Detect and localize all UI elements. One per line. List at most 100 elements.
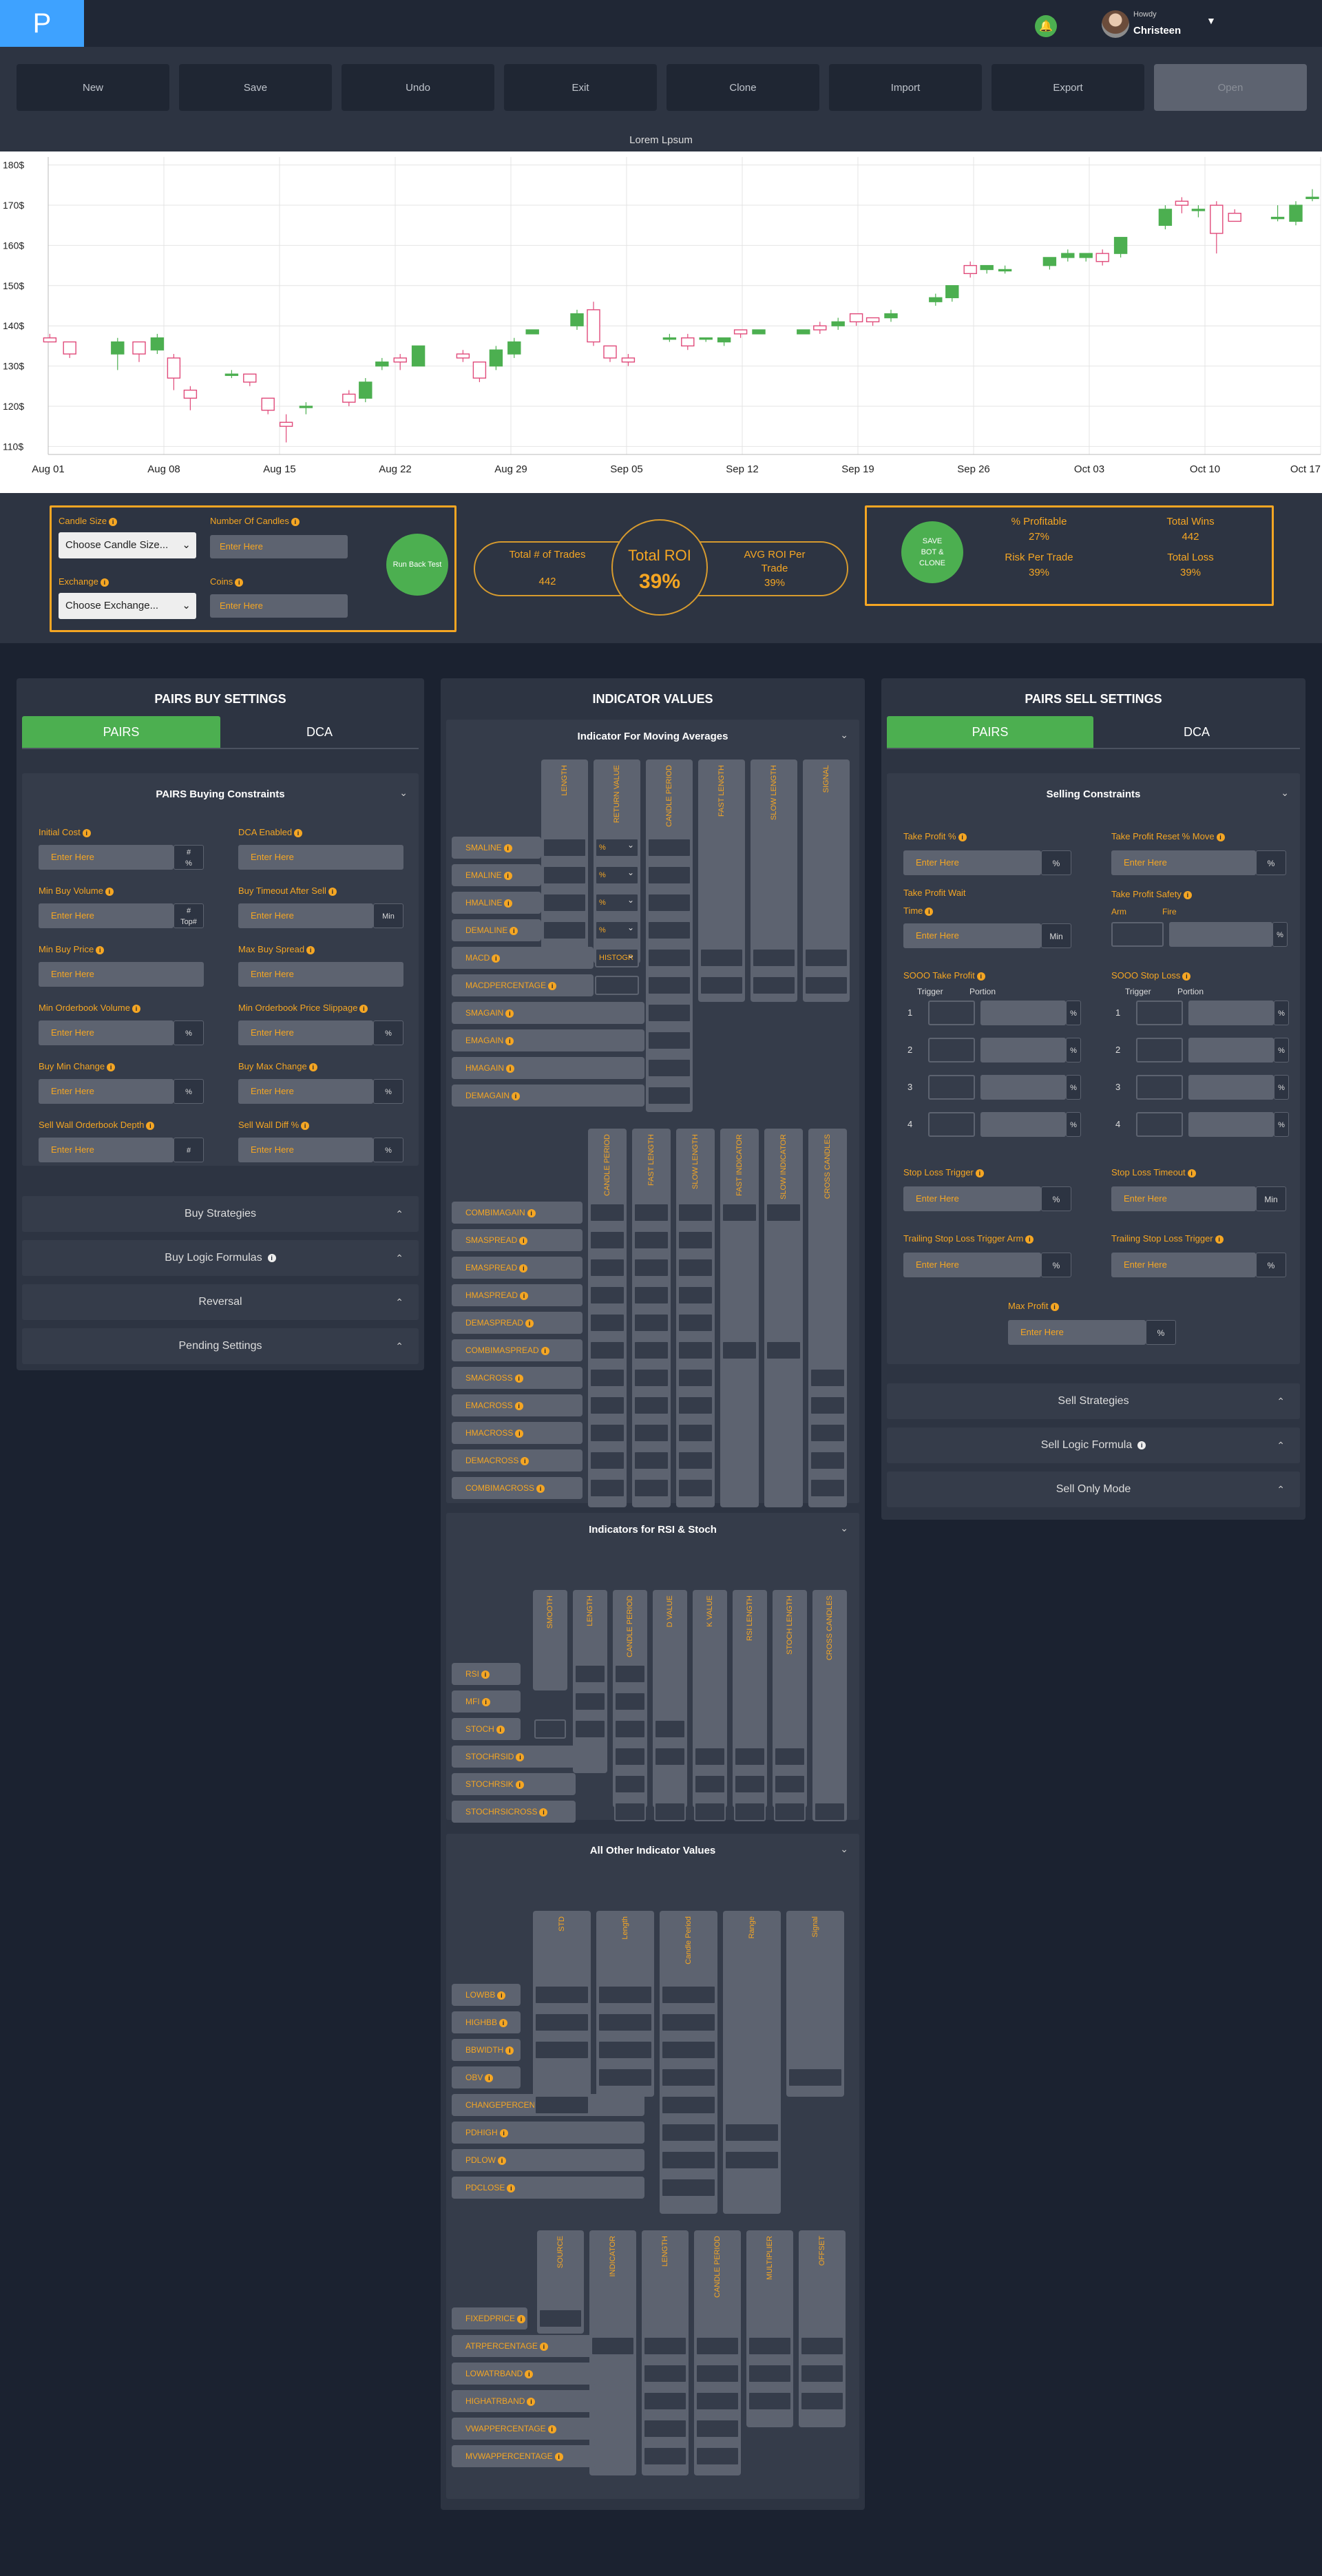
sooo-stop-loss-trigger-input[interactable]	[1136, 1112, 1183, 1137]
info-icon[interactable]: i	[1187, 1169, 1196, 1177]
sooo-stop-loss-portion-input[interactable]	[1188, 1001, 1274, 1025]
chevron-down-icon[interactable]: ⌄	[840, 1843, 848, 1855]
indicator-value-input[interactable]	[734, 1774, 766, 1794]
indicator-value-input[interactable]	[534, 2040, 589, 2060]
price-chart[interactable]: 180$ 170$ 160$ 150$ 140$ 130$ 120$ 110$ Aug 01 Au…	[0, 151, 1322, 493]
export-button[interactable]: Export	[992, 64, 1144, 111]
info-icon[interactable]: i	[100, 578, 109, 587]
indicator-value-input[interactable]	[534, 1719, 566, 1739]
buy-field-input[interactable]: Enter Here	[39, 1079, 174, 1104]
candle-size-select[interactable]: Choose Candle Size... ⌄	[59, 532, 196, 558]
indicator-value-input[interactable]	[694, 1802, 726, 1821]
sooo-stop-loss-trigger-input[interactable]	[1136, 1038, 1183, 1062]
tab-sell-pairs[interactable]: PAIRS	[887, 716, 1093, 748]
info-icon[interactable]: i	[527, 2398, 536, 2406]
indicator-value-input[interactable]	[661, 2095, 716, 2115]
sooo-take-profit-trigger-input[interactable]	[928, 1001, 975, 1025]
indicator-value-input[interactable]	[800, 2364, 844, 2383]
info-icon[interactable]: i	[82, 829, 91, 837]
buy-field-input[interactable]: Enter Here	[238, 1020, 373, 1045]
info-icon[interactable]: i	[515, 1781, 524, 1789]
indicator-value-input[interactable]	[661, 2123, 716, 2142]
buy-field-input[interactable]: Enter Here	[39, 1138, 174, 1162]
indicator-value-input[interactable]	[700, 976, 744, 995]
sooo-take-profit-portion-input[interactable]	[980, 1075, 1066, 1100]
indicator-value-input[interactable]	[647, 866, 691, 885]
indicator-value-input[interactable]	[647, 838, 691, 857]
indicator-value-input[interactable]	[633, 1286, 669, 1305]
chevron-down-icon[interactable]: ⌄	[1281, 787, 1289, 799]
buy-field-input[interactable]: Enter Here	[238, 903, 373, 928]
tp-safety-fire-input[interactable]	[1169, 922, 1272, 947]
app-logo[interactable]: P	[0, 0, 84, 47]
rsi-section-title[interactable]: Indicators for RSI & Stoch	[446, 1524, 859, 1536]
info-icon[interactable]: i	[514, 1402, 523, 1410]
new-button[interactable]: New	[17, 64, 169, 111]
indicator-value-input[interactable]	[748, 2336, 792, 2356]
info-icon[interactable]: i	[505, 1009, 514, 1018]
indicator-value-input[interactable]	[534, 1985, 589, 2004]
indicator-value-input[interactable]	[538, 2309, 583, 2328]
indicator-value-input[interactable]	[643, 2419, 687, 2438]
info-icon[interactable]: i	[359, 1005, 368, 1013]
indicator-value-input[interactable]	[534, 2013, 589, 2032]
info-icon[interactable]: i	[517, 2315, 526, 2323]
indicator-value-input[interactable]	[543, 866, 587, 885]
info-icon[interactable]: i	[521, 1457, 529, 1465]
buy-field-input[interactable]: Enter Here	[238, 1138, 373, 1162]
indicator-value-input[interactable]	[678, 1451, 713, 1470]
info-icon[interactable]: i	[1050, 1303, 1059, 1311]
take-profit-input[interactable]: Enter Here	[903, 850, 1041, 875]
tab-sell-dca[interactable]: DCA	[1093, 716, 1300, 748]
indicator-value-input[interactable]	[734, 1747, 766, 1766]
indicator-value-input[interactable]	[678, 1286, 713, 1305]
indicator-value-input[interactable]	[695, 2419, 739, 2438]
indicator-value-input[interactable]: %	[595, 837, 639, 857]
indicator-value-input[interactable]	[748, 2364, 792, 2383]
indicator-value-input[interactable]	[589, 1258, 625, 1277]
indicator-value-input[interactable]	[614, 1692, 646, 1711]
indicator-value-input[interactable]	[589, 1423, 625, 1443]
clone-button[interactable]: Clone	[667, 64, 819, 111]
chevron-down-icon[interactable]: ⌄	[840, 729, 848, 741]
indicator-value-input[interactable]	[633, 1368, 669, 1388]
info-icon[interactable]: i	[132, 1005, 140, 1013]
sooo-take-profit-trigger-input[interactable]	[928, 1075, 975, 1100]
indicator-value-input[interactable]: %	[595, 919, 639, 940]
info-icon[interactable]: i	[503, 872, 512, 880]
info-icon[interactable]: i	[109, 518, 118, 526]
info-icon[interactable]: i	[1025, 1235, 1034, 1244]
sooo-take-profit-trigger-input[interactable]	[928, 1038, 975, 1062]
reversal-section[interactable]: Reversal ⌃	[22, 1284, 419, 1320]
indicator-value-input[interactable]	[633, 1423, 669, 1443]
sell-only-mode-section[interactable]: Sell Only Mode ⌃	[887, 1472, 1300, 1507]
indicator-value-input[interactable]	[804, 948, 848, 967]
indicator-value-input[interactable]	[661, 2178, 716, 2197]
indicator-value-input[interactable]	[810, 1368, 846, 1388]
info-icon[interactable]: i	[492, 954, 501, 963]
indicator-value-input[interactable]	[633, 1396, 669, 1415]
info-icon[interactable]: i	[975, 1169, 984, 1177]
indicator-value-input[interactable]	[633, 1313, 669, 1332]
indicator-value-input[interactable]	[752, 948, 796, 967]
info-icon[interactable]: i	[554, 2453, 563, 2461]
info-icon[interactable]: i	[267, 1254, 276, 1262]
other-section-title[interactable]: All Other Indicator Values	[446, 1845, 859, 1856]
indicator-value-input[interactable]	[543, 838, 587, 857]
num-candles-input[interactable]: Enter Here	[210, 535, 348, 558]
indicator-value-input[interactable]	[574, 1692, 606, 1711]
indicator-value-input[interactable]	[722, 1341, 757, 1360]
indicator-value-input[interactable]	[752, 976, 796, 995]
info-icon[interactable]: i	[506, 1065, 515, 1073]
indicator-value-input[interactable]	[724, 2150, 779, 2170]
indicator-value-input[interactable]	[614, 1719, 646, 1739]
indicator-value-input[interactable]	[678, 1396, 713, 1415]
exchange-select[interactable]: Choose Exchange... ⌄	[59, 593, 196, 619]
ma-section-title[interactable]: Indicator For Moving Averages	[446, 731, 859, 742]
info-icon[interactable]: i	[499, 2129, 508, 2137]
info-icon[interactable]: i	[499, 2019, 508, 2027]
indicator-value-input[interactable]	[598, 1985, 653, 2004]
info-icon[interactable]: i	[96, 946, 105, 954]
sooo-take-profit-trigger-input[interactable]	[928, 1112, 975, 1137]
buy-field-input[interactable]: Enter Here	[238, 845, 403, 870]
